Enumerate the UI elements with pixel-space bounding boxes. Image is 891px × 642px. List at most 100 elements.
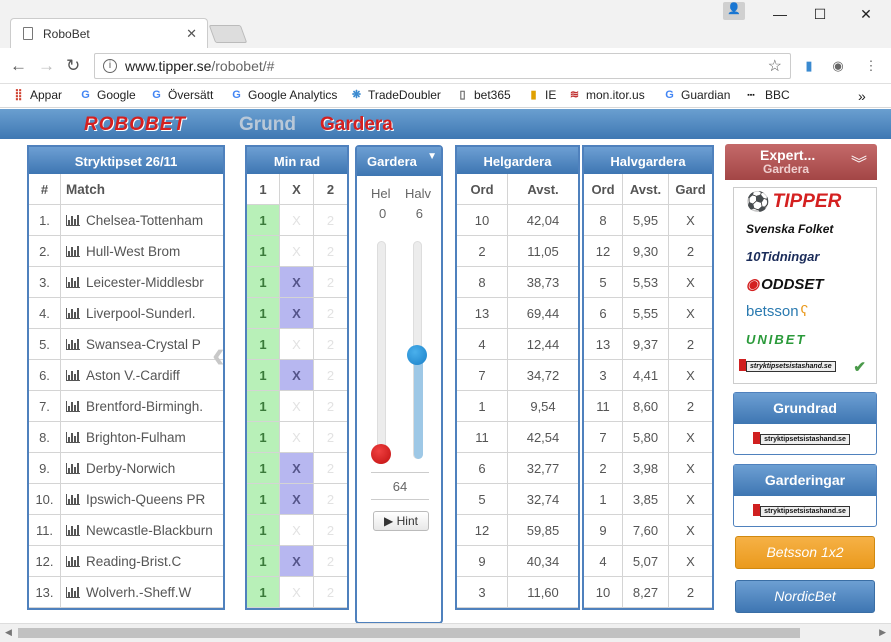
match-cell[interactable]: Hull-West Brom xyxy=(61,236,223,266)
pick-x[interactable]: X xyxy=(280,360,314,390)
bookmark-star-icon[interactable]: ☆ xyxy=(768,56,782,76)
pick-x[interactable]: X xyxy=(280,577,314,607)
info-icon[interactable]: i xyxy=(103,59,117,73)
match-cell[interactable]: Aston V.-Cardiff xyxy=(61,360,223,390)
pick-2[interactable]: 2 xyxy=(314,236,347,266)
pick-1[interactable]: 1 xyxy=(247,391,280,421)
match-cell[interactable]: Chelsea-Tottenham xyxy=(61,205,223,235)
bar-chart-icon[interactable] xyxy=(66,431,80,443)
bookmark-ie[interactable]: ▮ IE xyxy=(527,88,556,102)
grundrad-box[interactable]: Grundrad stryktipsetsistashand.se xyxy=(733,392,877,455)
pick-1[interactable]: 1 xyxy=(247,360,280,390)
pick-1[interactable]: 1 xyxy=(247,236,280,266)
bookmark-analytics[interactable]: G Google Analytics xyxy=(230,88,337,102)
halv-slider-handle[interactable] xyxy=(407,345,427,365)
reload-icon[interactable]: ↻ xyxy=(66,56,80,76)
pick-x[interactable]: X xyxy=(280,205,314,235)
bar-chart-icon[interactable] xyxy=(66,338,80,350)
pick-1[interactable]: 1 xyxy=(247,515,280,545)
address-bar[interactable]: i www.tipper.se/robobet/# ☆ xyxy=(94,53,791,79)
pick-x[interactable]: X xyxy=(280,329,314,359)
bookmark-monitor[interactable]: ≋ mon.itor.us xyxy=(568,88,645,102)
pick-2[interactable]: 2 xyxy=(314,422,347,452)
expert-tipper[interactable]: ⚽ TIPPER xyxy=(734,188,876,216)
bar-chart-icon[interactable] xyxy=(66,307,80,319)
bookmark-tradedoubler[interactable]: ❋ TradeDoubler xyxy=(350,88,441,102)
browser-tab[interactable]: RoboBet ✕ xyxy=(10,18,208,48)
robobet-logo[interactable]: ROBOBET xyxy=(84,114,186,136)
more-bookmarks-icon[interactable]: » xyxy=(858,88,866,104)
expert-stryktipsetsistashand[interactable]: stryktipsetsistashand.se ✔ xyxy=(734,353,876,381)
match-cell[interactable]: Leicester-Middlesbr xyxy=(61,267,223,297)
pick-1[interactable]: 1 xyxy=(247,577,280,607)
nordicbet-button[interactable]: NordicBet xyxy=(735,580,875,613)
minimize-icon[interactable]: — xyxy=(766,6,794,26)
nav-gardera[interactable]: Gardera xyxy=(320,114,393,136)
betsson-1x2-button[interactable]: Betsson 1x2 xyxy=(735,536,875,569)
pick-1[interactable]: 1 xyxy=(247,298,280,328)
extension-chart-icon[interactable]: ▮ xyxy=(801,58,817,74)
pick-2[interactable]: 2 xyxy=(314,577,347,607)
pick-1[interactable]: 1 xyxy=(247,546,280,576)
expert-betsson[interactable]: betsson ʕ xyxy=(734,298,876,326)
pick-x[interactable]: X xyxy=(280,267,314,297)
match-cell[interactable]: Brighton-Fulham xyxy=(61,422,223,452)
expert-10tidningar[interactable]: 10Tidningar xyxy=(734,243,876,271)
expert-gardera-header[interactable]: Expert... Gardera ︾ xyxy=(725,144,877,180)
bar-chart-icon[interactable] xyxy=(66,369,80,381)
pick-x[interactable]: X xyxy=(280,391,314,421)
match-cell[interactable]: Newcastle-Blackburn xyxy=(61,515,223,545)
pick-2[interactable]: 2 xyxy=(314,546,347,576)
expert-oddset[interactable]: ◉ ODDSET xyxy=(734,271,876,299)
pick-2[interactable]: 2 xyxy=(314,298,347,328)
hint-button[interactable]: ▶ Hint xyxy=(373,511,429,531)
match-cell[interactable]: Ipswich-Queens PR xyxy=(61,484,223,514)
bookmark-google[interactable]: G Google xyxy=(79,88,135,102)
user-icon[interactable]: 👤 xyxy=(723,2,745,20)
bookmark-bbc[interactable]: ▪▪▪ BBC xyxy=(742,88,789,102)
pick-2[interactable]: 2 xyxy=(314,267,347,297)
bar-chart-icon[interactable] xyxy=(66,276,80,288)
close-window-icon[interactable]: ✕ xyxy=(852,6,880,26)
pick-x[interactable]: X xyxy=(280,515,314,545)
pick-2[interactable]: 2 xyxy=(314,484,347,514)
pick-1[interactable]: 1 xyxy=(247,422,280,452)
pick-1[interactable]: 1 xyxy=(247,267,280,297)
pick-x[interactable]: X xyxy=(280,236,314,266)
hel-slider-handle[interactable] xyxy=(371,444,391,464)
bar-chart-icon[interactable] xyxy=(66,462,80,474)
bookmark-oversatt[interactable]: G Översätt xyxy=(150,88,213,102)
back-icon[interactable]: ← xyxy=(10,56,27,76)
pick-2[interactable]: 2 xyxy=(314,453,347,483)
match-cell[interactable]: Wolverh.-Sheff.W xyxy=(61,577,223,607)
close-tab-icon[interactable]: ✕ xyxy=(186,26,197,42)
pick-x[interactable]: X xyxy=(280,298,314,328)
pick-x[interactable]: X xyxy=(280,453,314,483)
pick-1[interactable]: 1 xyxy=(247,205,280,235)
chevron-down-icon[interactable]: ▼ xyxy=(427,151,437,162)
pick-1[interactable]: 1 xyxy=(247,484,280,514)
hel-slider-track[interactable] xyxy=(377,241,386,459)
pick-2[interactable]: 2 xyxy=(314,329,347,359)
new-tab-button[interactable] xyxy=(208,25,248,43)
forward-icon[interactable]: → xyxy=(38,56,55,76)
bar-chart-icon[interactable] xyxy=(66,555,80,567)
bookmark-guardian[interactable]: G Guardian xyxy=(663,88,730,102)
bookmark-appar[interactable]: ⣿ Appar xyxy=(12,88,62,102)
bar-chart-icon[interactable] xyxy=(66,400,80,412)
scroll-left-icon[interactable]: ◀ xyxy=(5,627,12,638)
match-cell[interactable]: Derby-Norwich xyxy=(61,453,223,483)
match-cell[interactable]: Brentford-Birmingh. xyxy=(61,391,223,421)
bar-chart-icon[interactable] xyxy=(66,214,80,226)
pick-x[interactable]: X xyxy=(280,484,314,514)
bar-chart-icon[interactable] xyxy=(66,524,80,536)
back-arrow-icon[interactable]: ‹ xyxy=(212,334,225,377)
pick-2[interactable]: 2 xyxy=(314,360,347,390)
match-cell[interactable]: Liverpool-Sunderl. xyxy=(61,298,223,328)
bar-chart-icon[interactable] xyxy=(66,586,80,598)
maximize-icon[interactable]: ☐ xyxy=(806,6,834,26)
bookmark-bet365[interactable]: ▯ bet365 xyxy=(456,88,510,102)
pick-2[interactable]: 2 xyxy=(314,515,347,545)
scrollbar-thumb[interactable] xyxy=(18,628,800,638)
bar-chart-icon[interactable] xyxy=(66,493,80,505)
